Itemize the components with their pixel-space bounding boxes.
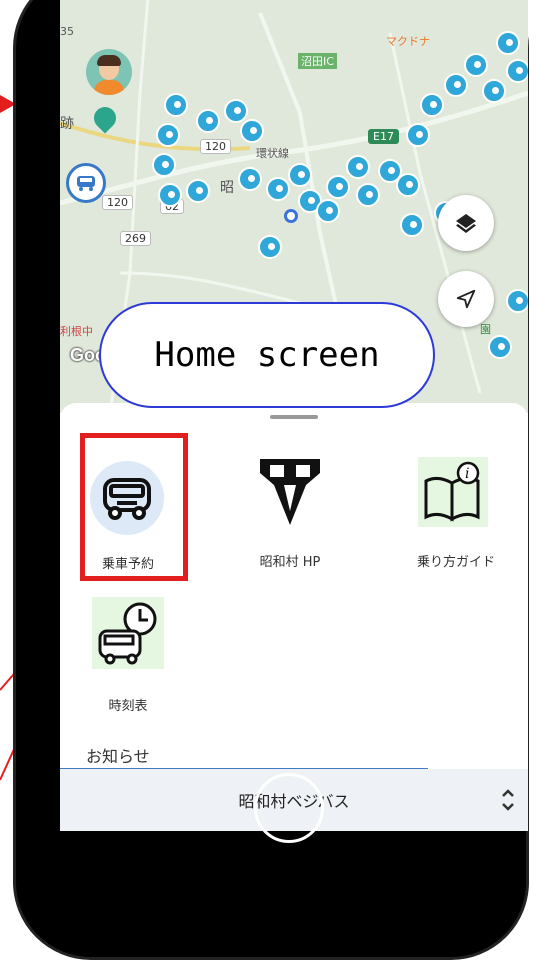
my-location-button[interactable]	[438, 271, 494, 327]
guide-book-icon: i	[418, 457, 488, 527]
bus-stop-pin[interactable]	[506, 289, 528, 313]
map-label: 昭	[220, 180, 234, 196]
booking-label: 乗車予約	[101, 557, 154, 572]
svg-text:i: i	[465, 466, 469, 482]
bus-stop-pin[interactable]	[326, 175, 350, 199]
showa-hp-tile[interactable]: 昭和村 HP	[240, 455, 350, 581]
bus-stop-pin[interactable]	[316, 199, 340, 223]
bus-stop-pin[interactable]	[238, 167, 262, 191]
layers-button[interactable]	[438, 195, 494, 251]
avatar[interactable]	[86, 49, 132, 95]
bus-stop-pin[interactable]	[196, 109, 220, 133]
bus-stop-pin[interactable]	[156, 123, 180, 147]
bus-stop-pin[interactable]	[496, 31, 520, 55]
map-label: 園	[480, 323, 491, 336]
route-badge: 120	[102, 195, 133, 210]
bus-stop-pin[interactable]	[506, 59, 528, 83]
bottom-sheet: 乗車予約 昭和村 HP i 乗り方ガイド 時刻表 お知らせ 昭和村ベジバス	[60, 403, 528, 831]
bus-stop-pin[interactable]	[164, 93, 188, 117]
route-badge: 269	[120, 231, 151, 246]
timetable-bus-icon	[92, 597, 164, 669]
route-badge: 120	[200, 139, 231, 154]
map-label-mcd: マクドナ	[386, 35, 430, 48]
guide-tile[interactable]: i 乗り方ガイド	[400, 457, 520, 581]
bus-stop-pin[interactable]	[464, 53, 488, 77]
bus-stop-pin[interactable]	[406, 123, 430, 147]
bus-stop-pin[interactable]	[482, 79, 506, 103]
bus-icon	[90, 461, 164, 535]
bus-stop-pin[interactable]	[158, 183, 182, 207]
bus-stop-pin[interactable]	[186, 179, 210, 203]
navigation-arrow-icon	[456, 289, 476, 309]
booking-tile[interactable]: 乗車予約	[84, 437, 184, 577]
map-label: 35	[60, 25, 74, 38]
layers-icon	[456, 214, 476, 233]
news-title: お知らせ	[86, 747, 150, 766]
route-badge: E17	[368, 129, 399, 144]
bus-stop-pin[interactable]	[288, 163, 312, 187]
showa-village-logo	[260, 459, 320, 525]
bus-stop-pin[interactable]	[420, 93, 444, 117]
bus-location-icon[interactable]	[66, 163, 106, 203]
bus-stop-pin[interactable]	[240, 119, 264, 143]
bus-stop-pin[interactable]	[356, 183, 380, 207]
guide-label: 乗り方ガイド	[416, 555, 495, 570]
bus-stop-pin[interactable]	[444, 73, 468, 97]
showa-hp-label: 昭和村 HP	[259, 555, 321, 570]
bus-stop-pin[interactable]	[346, 155, 370, 179]
bus-stop-pin[interactable]	[266, 177, 290, 201]
current-location-dot	[284, 209, 298, 223]
bus-stop-pin[interactable]	[224, 99, 248, 123]
sheet-drag-handle[interactable]	[270, 415, 318, 419]
map-label-ring: 環状線	[256, 147, 289, 160]
map-label: 利根中	[60, 325, 93, 338]
bus-stop-pin[interactable]	[258, 235, 282, 259]
bus-stop-pin[interactable]	[488, 335, 512, 359]
home-button[interactable]	[254, 773, 324, 843]
chevron-updown-icon[interactable]	[500, 769, 516, 831]
timetable-label: 時刻表	[108, 699, 148, 714]
home-screen-callout: Home screen	[99, 302, 435, 408]
phone-frame: 35 沼田IC マクドナ 跡 環状線 昭 利根中 園 120 120 62 26…	[13, 0, 529, 960]
app-screen: 35 沼田IC マクドナ 跡 環状線 昭 利根中 園 120 120 62 26…	[60, 0, 528, 831]
map-label-ic: 沼田IC	[298, 53, 337, 69]
bus-stop-pin[interactable]	[400, 213, 424, 237]
bus-stop-pin[interactable]	[152, 153, 176, 177]
bus-stop-pin[interactable]	[396, 173, 420, 197]
map-label: 跡	[60, 116, 74, 132]
timetable-tile[interactable]: 時刻表	[84, 591, 184, 715]
